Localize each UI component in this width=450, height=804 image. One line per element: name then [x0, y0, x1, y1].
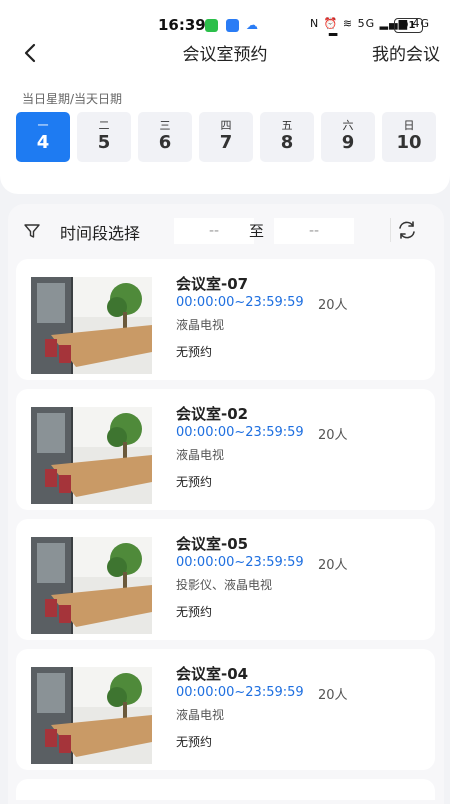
- room-time-range: 00:00:00~23:59:59: [176, 295, 304, 310]
- time-filter-bar: 时间段选择 -- 至 --: [24, 214, 424, 248]
- room-card[interactable]: 会议室-07 00:00:00~23:59:59 20人 液晶电视 无预约: [16, 259, 435, 380]
- room-name: 会议室-07: [176, 275, 249, 293]
- room-card[interactable]: 会议室-05 00:00:00~23:59:59 20人 投影仪、液晶电视 无预…: [16, 519, 435, 640]
- day-item[interactable]: 四 7: [199, 112, 253, 162]
- day-date: 7: [219, 132, 233, 153]
- room-time-range: 00:00:00~23:59:59: [176, 425, 304, 440]
- room-capacity: 20人: [318, 428, 348, 443]
- date-selector: 当日星期/当天日期 一 4 二 5 三 6 四 7 五 8 六 9 日 10: [0, 80, 450, 194]
- room-equipment: 液晶电视: [176, 318, 225, 332]
- day-item[interactable]: 日 10: [382, 112, 436, 162]
- app-header: 会议室预约 我的会议: [0, 36, 450, 80]
- day-item[interactable]: 三 6: [138, 112, 192, 162]
- refresh-icon[interactable]: [390, 218, 419, 242]
- battery-icon: 91: [394, 18, 423, 33]
- day-date: 5: [97, 132, 111, 153]
- wechat-icon: [205, 19, 218, 32]
- meeting-room-photo: [31, 537, 152, 634]
- room-equipment: 液晶电视: [176, 448, 225, 462]
- room-capacity: 20人: [318, 558, 348, 573]
- time-range-separator: 至: [249, 222, 265, 240]
- app-icon: [226, 19, 239, 32]
- day-date: 4: [36, 132, 50, 153]
- room-card[interactable]: 会议室-02 00:00:00~23:59:59 20人 液晶电视 无预约: [16, 389, 435, 510]
- room-card[interactable]: [16, 779, 435, 800]
- room-capacity: 20人: [318, 298, 348, 313]
- room-capacity: 20人: [318, 688, 348, 703]
- room-booking-status: 无预约: [176, 475, 213, 489]
- cloud-icon: ☁: [246, 18, 258, 32]
- day-date: 9: [341, 132, 355, 153]
- status-bar: 16:39 ☁ N ⏰ ≋ 5G ▂▄▆ 4G ▂▄▆ 91: [0, 0, 450, 43]
- filter-icon[interactable]: [24, 223, 40, 239]
- room-time-range: 00:00:00~23:59:59: [176, 555, 304, 570]
- date-section-label: 当日星期/当天日期: [22, 92, 123, 106]
- day-date: 6: [158, 132, 172, 153]
- day-item[interactable]: 一 4: [16, 112, 70, 162]
- day-weekday: 三: [159, 119, 171, 132]
- day-list: 一 4 二 5 三 6 四 7 五 8 六 9 日 10: [16, 112, 436, 162]
- day-weekday: 日: [403, 119, 415, 132]
- status-time: 16:39: [158, 16, 206, 34]
- day-weekday: 四: [220, 119, 232, 132]
- end-time-input[interactable]: --: [274, 218, 354, 244]
- room-name: 会议室-05: [176, 535, 249, 553]
- my-meetings-link[interactable]: 我的会议: [372, 40, 440, 65]
- meeting-room-photo: [31, 277, 152, 374]
- room-booking-status: 无预约: [176, 735, 213, 749]
- meeting-room-photo: [31, 667, 152, 764]
- day-item[interactable]: 六 9: [321, 112, 375, 162]
- room-booking-status: 无预约: [176, 345, 213, 359]
- day-weekday: 一: [37, 119, 49, 132]
- time-filter-label: 时间段选择: [60, 224, 141, 243]
- room-time-range: 00:00:00~23:59:59: [176, 685, 304, 700]
- room-card[interactable]: 会议室-04 00:00:00~23:59:59 20人 液晶电视 无预约: [16, 649, 435, 770]
- room-name: 会议室-02: [176, 405, 249, 423]
- day-item[interactable]: 二 5: [77, 112, 131, 162]
- day-weekday: 六: [342, 119, 354, 132]
- start-time-input[interactable]: --: [174, 218, 254, 244]
- day-weekday: 五: [281, 119, 293, 132]
- room-equipment: 投影仪、液晶电视: [176, 578, 273, 592]
- meeting-room-photo: [31, 407, 152, 504]
- day-weekday: 二: [98, 119, 110, 132]
- room-equipment: 液晶电视: [176, 708, 225, 722]
- day-date: 8: [280, 132, 294, 153]
- day-item[interactable]: 五 8: [260, 112, 314, 162]
- room-booking-status: 无预约: [176, 605, 213, 619]
- room-name: 会议室-04: [176, 665, 249, 683]
- day-date: 10: [396, 132, 422, 153]
